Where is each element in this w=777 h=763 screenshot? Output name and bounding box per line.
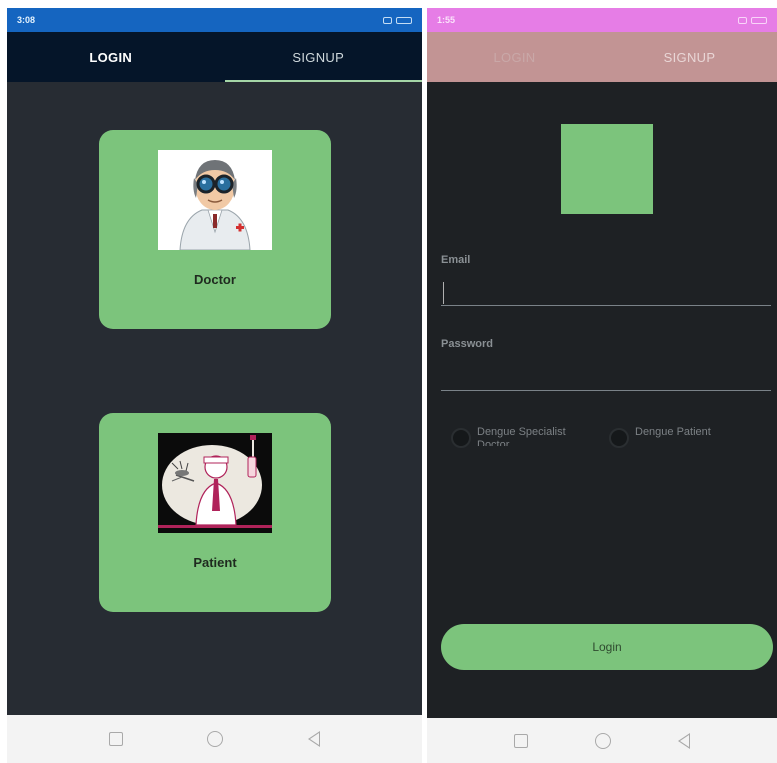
back-icon[interactable] <box>307 731 320 747</box>
wifi-icon <box>383 16 392 24</box>
tab-signup[interactable]: SIGNUP <box>215 32 422 82</box>
patient-icon <box>158 433 272 533</box>
doctor-label: Doctor <box>194 272 236 287</box>
status-icons <box>383 16 412 24</box>
role-select-screen: Doctor Patient <box>7 82 422 715</box>
tab-bar: LOGIN SIGNUP <box>7 32 422 82</box>
status-time: 3:08 <box>17 15 36 25</box>
status-bar: 3:08 <box>7 8 422 32</box>
tab-login[interactable]: LOGIN <box>7 32 215 82</box>
radio-label: Dengue Specialist Doctor <box>477 426 566 446</box>
login-button[interactable]: Login <box>441 624 773 670</box>
patient-label: Patient <box>193 555 237 570</box>
back-icon[interactable] <box>677 732 690 749</box>
system-nav-bar <box>427 718 777 763</box>
password-field[interactable] <box>441 365 771 391</box>
recents-icon[interactable] <box>109 732 124 746</box>
home-icon[interactable] <box>594 732 611 749</box>
doctor-card[interactable]: Doctor <box>99 130 331 329</box>
status-bar: 1:55 <box>427 8 777 32</box>
radio-button[interactable] <box>609 428 629 448</box>
battery-icon <box>751 16 767 24</box>
phone-screen-login: 1:55 LOGIN SIGNUP Email Password Dengue … <box>427 8 777 763</box>
tab-login[interactable]: LOGIN <box>427 32 602 82</box>
radio-label: Dengue Patient <box>635 426 711 438</box>
system-nav-bar <box>7 715 422 763</box>
battery-icon <box>396 16 412 24</box>
home-icon[interactable] <box>207 731 224 747</box>
tab-signup-label: SIGNUP <box>292 49 345 65</box>
tab-bar: LOGIN SIGNUP <box>427 32 777 82</box>
tab-signup[interactable]: SIGNUP <box>602 32 777 82</box>
email-label: Email <box>441 254 471 266</box>
radio-dengue-specialist-doctor[interactable]: Dengue Specialist Doctor <box>451 426 595 448</box>
radio-button[interactable] <box>451 428 471 448</box>
status-time: 1:55 <box>437 15 456 25</box>
wifi-icon <box>738 16 747 24</box>
password-label: Password <box>441 338 493 350</box>
radio-dengue-patient[interactable]: Dengue Patient <box>609 426 711 448</box>
text-caret <box>443 282 444 304</box>
email-field[interactable] <box>441 280 771 306</box>
patient-card[interactable]: Patient <box>99 413 331 612</box>
status-icons <box>738 16 767 24</box>
doctor-icon <box>158 150 272 250</box>
logo-placeholder <box>561 124 653 214</box>
phone-screen-role-select: 3:08 LOGIN SIGNUP Doctor Patient <box>7 8 422 763</box>
recents-icon[interactable] <box>514 733 529 748</box>
login-screen: Email Password Dengue Specialist Doctor … <box>427 82 777 718</box>
